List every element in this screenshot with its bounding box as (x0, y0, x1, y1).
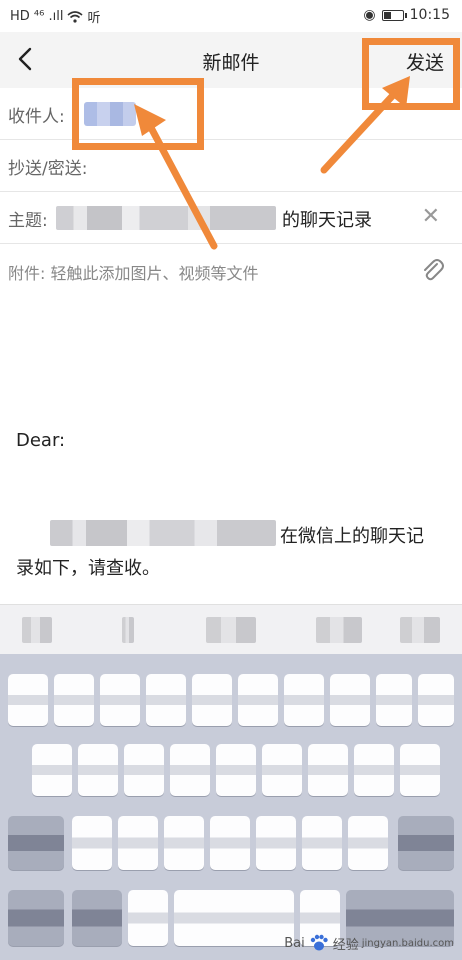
keyboard-key[interactable] (170, 744, 210, 796)
attachment-placeholder: 附件: 轻触此添加图片、视频等文件 (8, 264, 259, 283)
keyboard-key[interactable] (164, 816, 204, 870)
status-bar: HD ⁴⁶ .ıll 听 ◉ 10:15 (0, 0, 462, 32)
annotation-box-send (362, 38, 460, 110)
keyboard-key[interactable] (100, 674, 140, 726)
annotation-box-recipient (72, 78, 204, 150)
attachment-row[interactable]: 附件: 轻触此添加图片、视频等文件 (0, 244, 462, 296)
subject-text[interactable]: 的聊天记录 (282, 206, 372, 232)
keyboard-key[interactable] (348, 816, 388, 870)
watermark-url: jingyan.baidu.com (361, 937, 454, 949)
baidu-watermark: Bai 经验 jingyan.baidu.com (284, 932, 454, 954)
keyboard-key[interactable] (376, 674, 412, 726)
keyboard-key[interactable] (400, 744, 440, 796)
keyboard-key[interactable] (124, 744, 164, 796)
keyboard-key[interactable] (418, 674, 454, 726)
keyboard-key[interactable] (54, 674, 94, 726)
body-redacted (50, 520, 276, 546)
keyboard-suggestion-bar (0, 604, 462, 655)
paw-icon (310, 934, 328, 951)
keyboard-key[interactable] (32, 744, 72, 796)
number-key[interactable] (72, 890, 122, 946)
body-line-1: 在微信上的聊天记 (280, 526, 424, 547)
subject-field-row[interactable]: 主题: 的聊天记录 ✕ (0, 192, 462, 244)
subject-label: 主题: (8, 211, 48, 231)
status-text: 听 (87, 11, 101, 26)
backspace-key[interactable] (398, 816, 454, 870)
status-right: ◉ 10:15 (363, 7, 450, 23)
keyboard-key[interactable] (210, 816, 250, 870)
cc-field-row[interactable]: 抄送/密送: (0, 140, 462, 192)
keyboard-key[interactable] (308, 744, 348, 796)
carrier-signal: HD ⁴⁶ .ıll (10, 9, 64, 24)
status-time: 10:15 (409, 7, 450, 23)
keyboard-key[interactable] (238, 674, 278, 726)
close-icon[interactable]: ✕ (422, 204, 440, 229)
mail-body-editor[interactable]: Dear: 在微信上的聊天记 录如下，请查收。 (0, 292, 462, 604)
keyboard-key[interactable] (284, 674, 324, 726)
wifi-icon (67, 10, 83, 23)
suggestion-item[interactable] (206, 617, 256, 643)
watermark-brand-cn: 经验 (332, 937, 359, 953)
keyboard-key[interactable] (78, 744, 118, 796)
keyboard-key[interactable] (118, 816, 158, 870)
keyboard-key[interactable] (146, 674, 186, 726)
to-label: 收件人: (8, 107, 65, 127)
battery-icon (381, 9, 407, 21)
keyboard-key[interactable] (8, 674, 48, 726)
status-left: HD ⁴⁶ .ıll 听 (10, 7, 100, 26)
suggestion-item[interactable] (316, 617, 362, 643)
suggestion-item[interactable] (122, 617, 134, 643)
keyboard-key[interactable] (354, 744, 394, 796)
keyboard-key[interactable] (216, 744, 256, 796)
cc-label: 抄送/密送: (8, 159, 88, 179)
keyboard-key[interactable] (330, 674, 370, 726)
keyboard-key[interactable] (256, 816, 296, 870)
keyboard-key[interactable] (72, 816, 112, 870)
paperclip-icon[interactable] (418, 256, 446, 284)
space-key[interactable] (174, 890, 294, 946)
keyboard-key[interactable] (192, 674, 232, 726)
shift-key[interactable] (8, 816, 64, 870)
symbol-key[interactable] (8, 890, 64, 946)
suggestion-item[interactable] (22, 617, 52, 643)
body-line-2: 录如下，请查收。 (16, 558, 160, 579)
eye-icon: ◉ (363, 7, 376, 23)
body-greeting: Dear: (16, 430, 66, 451)
soft-keyboard (0, 654, 462, 960)
watermark-brand: Bai (284, 935, 305, 951)
suggestion-item[interactable] (400, 617, 440, 643)
keyboard-key[interactable] (302, 816, 342, 870)
keyboard-key[interactable] (262, 744, 302, 796)
keyboard-key[interactable] (128, 890, 168, 946)
subject-redacted (56, 206, 276, 230)
